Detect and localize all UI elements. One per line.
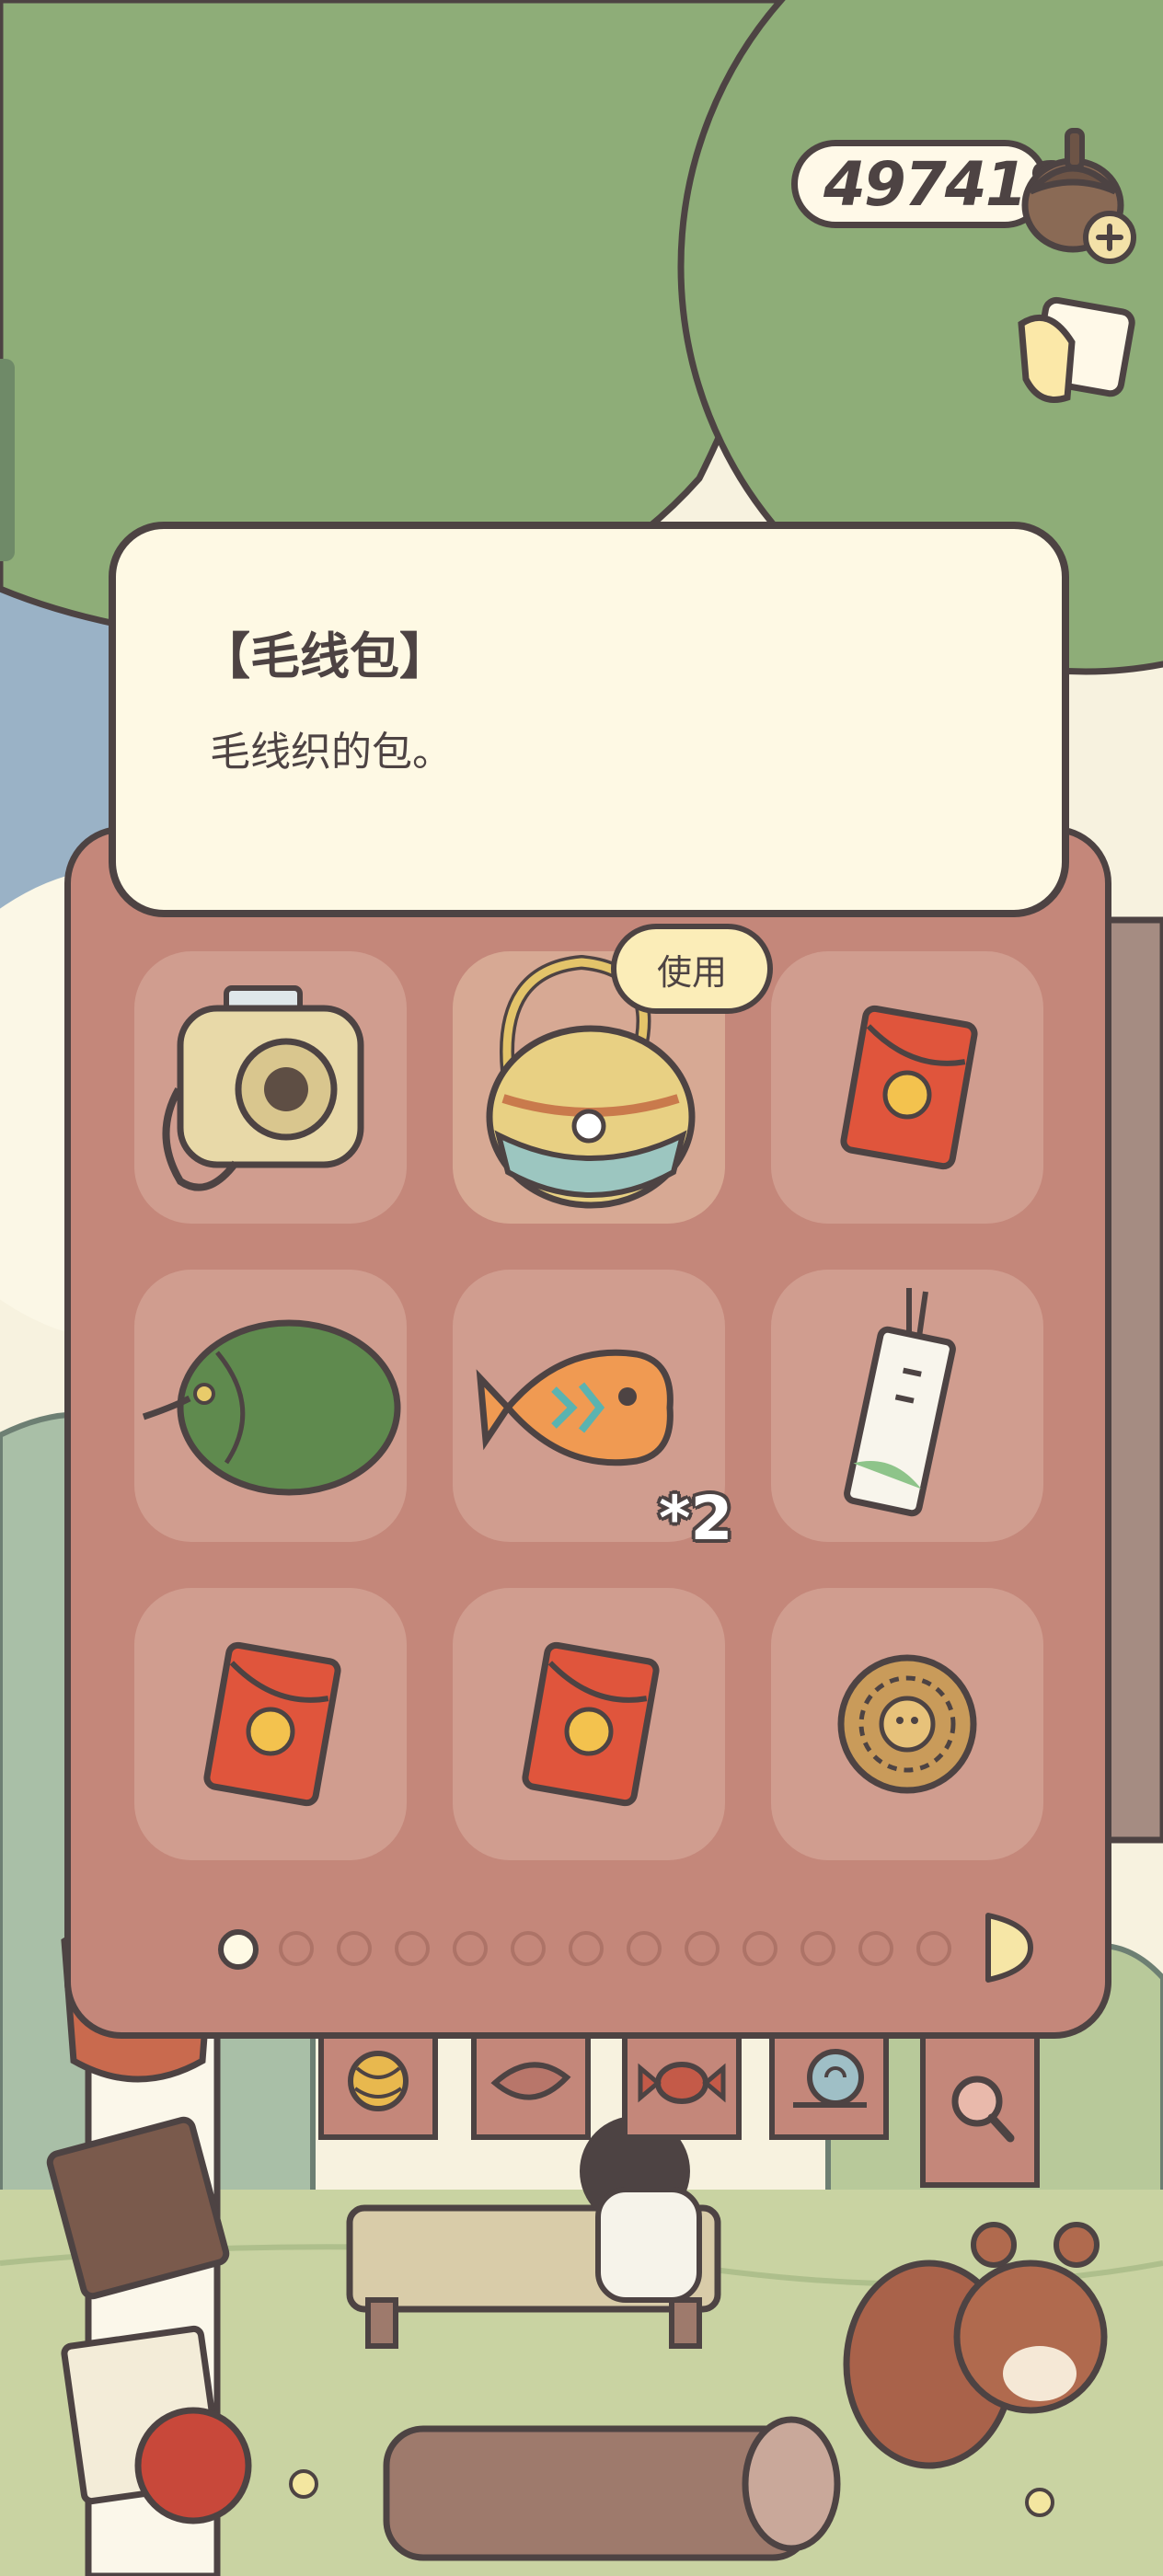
item-slot-omikuji[interactable]: [771, 1270, 1043, 1542]
red-envelope-icon: [203, 1641, 341, 1807]
page-dot[interactable]: [511, 1931, 546, 1966]
page-dot[interactable]: [627, 1931, 662, 1966]
page-dot[interactable]: [453, 1931, 488, 1966]
item-slot-lion-cookie[interactable]: [771, 1588, 1043, 1860]
page-dot[interactable]: [916, 1931, 951, 1966]
item-info-panel: 【毛线包】 毛线织的包。: [109, 522, 1069, 917]
coin-counter: 497418: [791, 140, 1068, 228]
item-slot-red-envelope-3[interactable]: [453, 1588, 725, 1860]
cookie-icon: [837, 1654, 977, 1794]
tab-leaf[interactable]: [471, 2031, 591, 2140]
tab-yarn[interactable]: [318, 2031, 438, 2140]
page-dot[interactable]: [279, 1931, 314, 1966]
candy-icon: [638, 2062, 726, 2104]
tab-candy[interactable]: [622, 2031, 742, 2140]
tab-snail[interactable]: [769, 2031, 889, 2140]
page-dot[interactable]: [395, 1931, 430, 1966]
page-dot[interactable]: [858, 1931, 893, 1966]
mail-hand-icon[interactable]: [1003, 287, 1141, 425]
omikuji-icon: [844, 1288, 956, 1517]
red-envelope-icon: [522, 1641, 660, 1807]
item-count-badge: *2: [659, 1483, 733, 1554]
item-slot-camera[interactable]: [134, 951, 407, 1224]
page-dot[interactable]: [337, 1931, 372, 1966]
item-slot-green-pouch[interactable]: [134, 1270, 407, 1542]
acorn-add-icon[interactable]: [1018, 118, 1146, 265]
page-dot[interactable]: [800, 1931, 835, 1966]
yarn-icon: [348, 2051, 409, 2111]
snail-icon: [793, 2049, 867, 2108]
page-dot[interactable]: [685, 1931, 720, 1966]
item-description: 毛线织的包。: [210, 729, 453, 776]
item-slot-red-envelope-2[interactable]: [134, 1588, 407, 1860]
red-envelope-icon: [840, 1005, 978, 1170]
use-button[interactable]: 使用: [611, 924, 773, 1014]
search-icon: [951, 2076, 1015, 2143]
leaf-icon: [490, 2062, 571, 2100]
item-title: 【毛线包】: [201, 627, 449, 685]
page-dot[interactable]: [569, 1931, 604, 1966]
tab-search[interactable]: [920, 2031, 1040, 2188]
page-dot[interactable]: [743, 1931, 777, 1966]
next-page-arrow-icon[interactable]: [979, 1906, 1034, 1989]
green-pouch-icon: [142, 1319, 401, 1496]
page-start-knob-icon[interactable]: [215, 1926, 261, 1972]
camera-icon: [162, 985, 364, 1191]
item-slot-red-envelope-1[interactable]: [771, 951, 1043, 1224]
